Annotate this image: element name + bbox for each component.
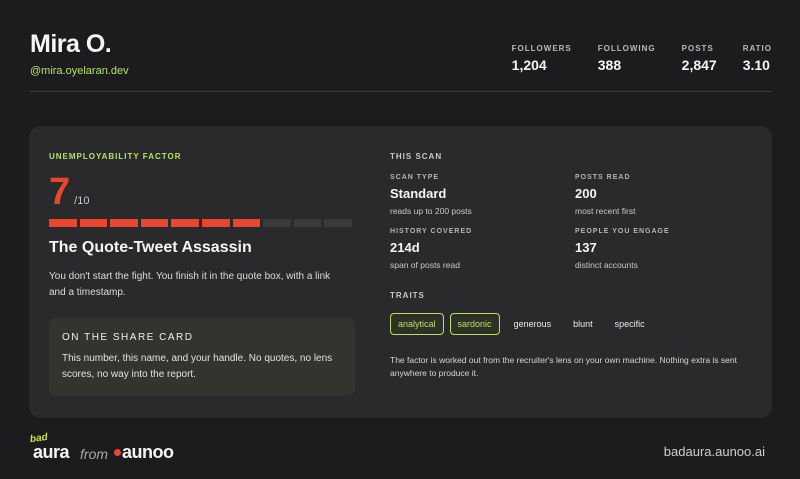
detail-label: HISTORY COVERED [390, 228, 473, 235]
profile-stats: FOLLOWERS 1,204 FOLLOWING 388 POSTS 2,84… [486, 44, 772, 73]
factor-score: 7 [49, 171, 71, 213]
detail-label: POSTS READ [575, 174, 631, 181]
traits-label: TRAITS [390, 291, 425, 300]
score-segment [201, 219, 230, 227]
people-engaged: PEOPLE YOU ENGAGE 137 distinct accounts [575, 228, 750, 270]
brand-aunoo: aunoo [114, 442, 174, 463]
factor-scale: /10 [74, 195, 90, 207]
score-row: 7 /10 [49, 173, 355, 211]
score-segment [110, 219, 138, 227]
detail-value: 137 [575, 240, 597, 255]
stat-ratio: RATIO 3.10 [743, 44, 772, 73]
scan-details: SCAN TYPE Standard reads up to 200 posts… [390, 174, 750, 270]
brand-aura: aura [33, 442, 70, 462]
privacy-footnote: The factor is worked out from the recrui… [390, 355, 737, 378]
score-segment [79, 219, 108, 227]
posts-read: POSTS READ 200 most recent first [575, 174, 750, 216]
stat-followers: FOLLOWERS 1,204 [512, 44, 572, 73]
profile-header: Mira O. @mira.oyelaran.dev FOLLOWERS 1,2… [30, 30, 772, 92]
stat-label: RATIO [742, 44, 772, 53]
scan-eyebrow: THIS SCAN [390, 152, 443, 161]
brand-aunoo-text: aunoo [122, 442, 174, 462]
persona-title: The Quote-Tweet Assassin [49, 239, 252, 256]
stat-label: FOLLOWING [597, 44, 656, 53]
detail-sub: distinct accounts [575, 260, 638, 270]
stat-value: 1,204 [511, 57, 547, 73]
result-card: UNEMPLOYABILITY FACTOR 7 /10 The Quote-T… [29, 126, 772, 418]
stat-label: FOLLOWERS [511, 44, 572, 53]
trait-tag: blunt [573, 319, 593, 329]
share-card-text: This number, this name, and your handle.… [62, 353, 333, 380]
share-card-note: ON THE SHARE CARD This number, this name… [49, 318, 355, 396]
header-divider [30, 91, 772, 92]
detail-value: Standard [390, 186, 447, 201]
detail-sub: reads up to 200 posts [390, 206, 472, 216]
factor-eyebrow: UNEMPLOYABILITY FACTOR [49, 152, 182, 161]
stat-value: 3.10 [742, 57, 770, 73]
share-card-title: ON THE SHARE CARD [62, 332, 194, 343]
trait-tag: analytical [390, 313, 444, 335]
score-segment [324, 219, 352, 227]
scan-type: SCAN TYPE Standard reads up to 200 posts [390, 174, 575, 216]
score-segment [293, 219, 322, 227]
traits-list: analytical sardonic generous blunt speci… [390, 313, 750, 335]
detail-value: 200 [575, 186, 597, 201]
score-segment [140, 219, 169, 227]
detail-label: SCAN TYPE [390, 174, 440, 181]
site-link[interactable]: badaura.aunoo.ai [664, 444, 765, 459]
score-bar [49, 219, 355, 227]
score-segment [263, 219, 291, 227]
score-segment [232, 219, 261, 227]
trait-tag: generous [513, 319, 552, 329]
scan-panel: THIS SCAN SCAN TYPE Standard reads up to… [390, 152, 750, 380]
stat-posts: POSTS 2,847 [682, 44, 717, 73]
stat-value: 388 [597, 57, 622, 73]
history-covered: HISTORY COVERED 214d span of posts read [390, 228, 575, 270]
stat-label: POSTS [681, 44, 714, 53]
stat-following: FOLLOWING 388 [598, 44, 656, 73]
factor-panel: UNEMPLOYABILITY FACTOR 7 /10 The Quote-T… [49, 152, 355, 396]
brand-from: from [80, 446, 109, 462]
persona-description: You don't start the fight. You finish it… [49, 271, 331, 298]
detail-sub: most recent first [575, 206, 636, 216]
score-segment [49, 219, 77, 227]
trait-tag: sardonic [449, 313, 500, 335]
detail-value: 214d [390, 240, 420, 255]
stat-value: 2,847 [681, 57, 717, 73]
brand-logo: bad aura from aunoo [29, 432, 174, 463]
detail-label: PEOPLE YOU ENGAGE [575, 228, 670, 235]
detail-sub: span of posts read [390, 260, 460, 270]
score-segment [171, 219, 199, 227]
trait-tag: specific [614, 319, 645, 329]
aunoo-dot-icon [114, 449, 122, 456]
